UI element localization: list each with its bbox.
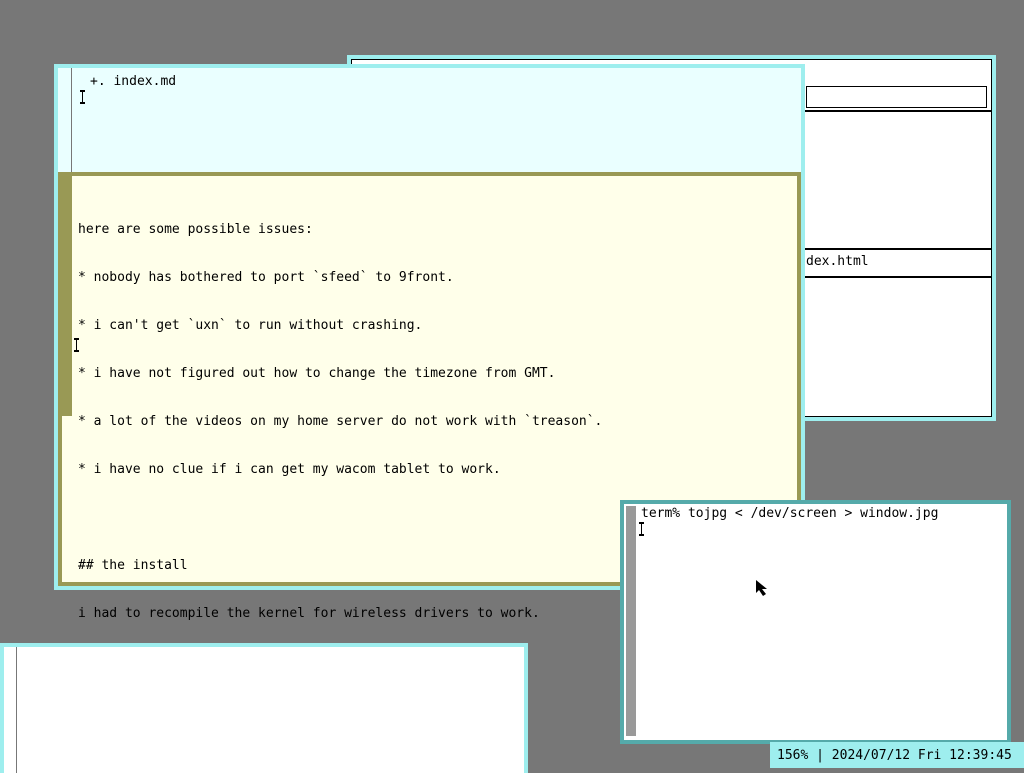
text-cursor bbox=[74, 338, 79, 352]
terminal-command[interactable]: term% tojpg < /dev/screen > window.jpg bbox=[641, 506, 938, 522]
mouse-pointer-icon bbox=[756, 580, 767, 596]
body-line bbox=[78, 510, 602, 526]
bottom-left-scrollbar[interactable] bbox=[4, 647, 17, 773]
body-line: * i can't get `uxn` to run without crash… bbox=[78, 318, 423, 333]
editor-tag[interactable]: +. index.md bbox=[58, 68, 801, 172]
terminal-scrollbar[interactable] bbox=[626, 506, 636, 736]
tag-text[interactable]: +. index.md bbox=[90, 74, 176, 90]
body-scrollbar[interactable] bbox=[62, 176, 72, 582]
editor-body-text[interactable]: here are some possible issues: * nobody … bbox=[78, 190, 602, 654]
body-line: * nobody has bothered to port `sfeed` to… bbox=[78, 270, 454, 285]
body-line: * i have no clue if i can get my wacom t… bbox=[78, 462, 501, 477]
body-scrollbar-thumb[interactable] bbox=[62, 176, 72, 416]
terminal-window[interactable]: term% tojpg < /dev/screen > window.jpg bbox=[620, 500, 1011, 744]
tag-scrollbar[interactable] bbox=[58, 68, 72, 172]
status-bar-text: 156% | 2024/07/12 Fri 12:39:45 bbox=[777, 748, 1012, 763]
bottom-left-window-content[interactable] bbox=[4, 647, 524, 773]
body-line: * i have not figured out how to change t… bbox=[78, 366, 556, 381]
text-cursor bbox=[639, 522, 644, 536]
text-cursor bbox=[80, 90, 85, 104]
back-window-filename[interactable]: dex.html bbox=[806, 254, 869, 270]
bottom-left-window[interactable] bbox=[0, 643, 528, 773]
body-line: here are some possible issues: bbox=[78, 222, 313, 237]
terminal-content[interactable]: term% tojpg < /dev/screen > window.jpg bbox=[624, 504, 1007, 740]
status-bar: 156% | 2024/07/12 Fri 12:39:45 bbox=[770, 742, 1024, 768]
back-window-input[interactable] bbox=[806, 86, 987, 108]
body-line: ## the install bbox=[78, 558, 188, 573]
body-line: i had to recompile the kernel for wirele… bbox=[78, 606, 540, 621]
body-line: * a lot of the videos on my home server … bbox=[78, 414, 603, 429]
